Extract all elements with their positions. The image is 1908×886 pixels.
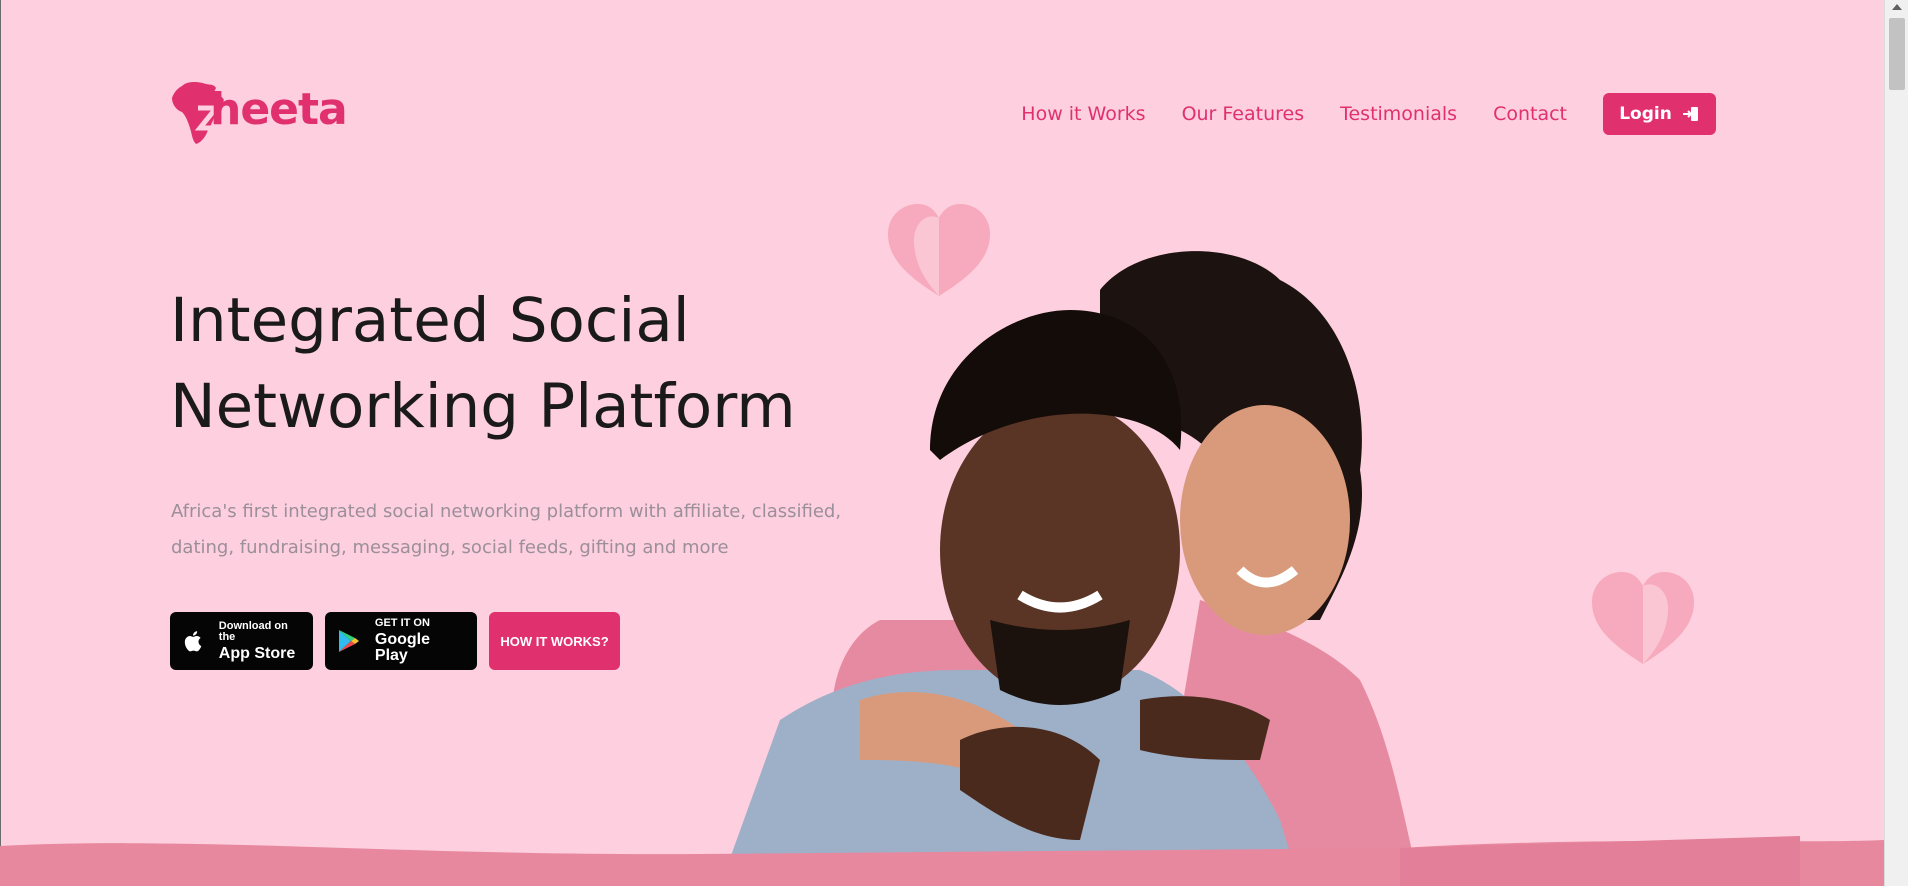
logo[interactable]: heeta (170, 78, 350, 148)
google-play-icon (337, 629, 361, 653)
landing-page: heeta How it Works Our Features Testimon… (0, 0, 1908, 886)
window-border (0, 0, 1, 886)
nav-contact[interactable]: Contact (1493, 94, 1567, 134)
nav-testimonials[interactable]: Testimonials (1340, 94, 1457, 134)
google-play-button[interactable]: GET IT ON Google Play (325, 612, 477, 670)
scroll-up-arrow-icon[interactable] (1892, 4, 1902, 10)
google-play-small-text: GET IT ON (374, 617, 430, 629)
app-store-small-text: Download on the (218, 619, 288, 643)
nav-our-features[interactable]: Our Features (1182, 94, 1305, 134)
google-play-big-text: Google Play (374, 631, 431, 664)
vertical-scrollbar[interactable] (1884, 0, 1908, 886)
cta-group: Download on the App Store GET IT ON Goog… (170, 612, 620, 670)
logo-text: heeta (210, 84, 348, 135)
login-label: Login (1619, 104, 1672, 124)
apple-icon (182, 630, 205, 652)
scrollbar-thumb[interactable] (1889, 18, 1905, 90)
hero-title-line-1: Integrated Social (170, 285, 690, 356)
login-button[interactable]: Login (1603, 93, 1716, 135)
app-store-big-text: App Store (218, 644, 296, 662)
sofa-background (0, 836, 1884, 886)
app-store-button[interactable]: Download on the App Store (170, 612, 313, 670)
main-nav: How it Works Our Features Testimonials C… (985, 93, 1716, 135)
nav-how-it-works[interactable]: How it Works (1021, 94, 1145, 134)
login-icon (1682, 105, 1700, 123)
hero-title-line-2: Networking Platform (170, 371, 796, 442)
how-it-works-button[interactable]: HOW IT WORKS? (489, 612, 620, 670)
couple-photo (720, 251, 1420, 886)
